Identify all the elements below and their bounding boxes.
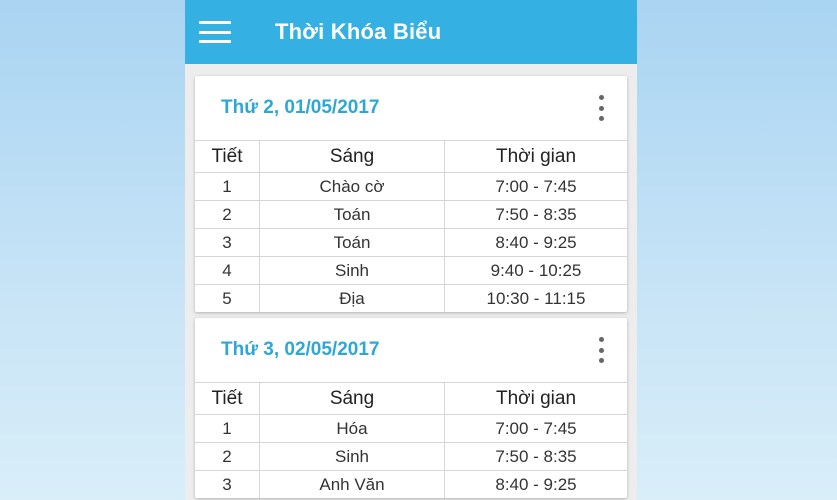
subject-cell: Toán (259, 200, 445, 229)
table-row: 2 Toán 7:50 - 8:35 (195, 200, 627, 229)
subject-cell: Anh Văn (259, 470, 445, 498)
period-cell: 5 (195, 284, 260, 312)
subject-cell: Hóa (259, 414, 445, 443)
day-card: Thứ 2, 01/05/2017 Tiết Sáng Thời gian 1 … (195, 76, 627, 312)
column-header-period: Tiết (195, 382, 260, 415)
period-cell: 2 (195, 200, 260, 229)
card-header: Thứ 2, 01/05/2017 (195, 76, 627, 140)
period-cell: 1 (195, 172, 260, 201)
table-header-row: Tiết Sáng Thời gian (195, 140, 627, 173)
time-cell: 9:40 - 10:25 (444, 256, 627, 285)
time-cell: 7:00 - 7:45 (444, 414, 627, 443)
app-bar: Thời Khóa Biểu (185, 0, 637, 64)
time-cell: 7:00 - 7:45 (444, 172, 627, 201)
table-row: 1 Hóa 7:00 - 7:45 (195, 414, 627, 443)
table-header-row: Tiết Sáng Thời gian (195, 382, 627, 415)
table-row: 1 Chào cờ 7:00 - 7:45 (195, 172, 627, 201)
period-cell: 4 (195, 256, 260, 285)
more-options-icon[interactable] (591, 95, 611, 121)
day-card: Thứ 3, 02/05/2017 Tiết Sáng Thời gian 1 … (195, 318, 627, 498)
subject-cell: Địa (259, 284, 445, 312)
app-title: Thời Khóa Biểu (275, 19, 442, 44)
column-header-time: Thời gian (444, 140, 627, 173)
day-title: Thứ 3, 02/05/2017 (221, 339, 380, 360)
schedule-table: Tiết Sáng Thời gian 1 Chào cờ 7:00 - 7:4… (195, 140, 627, 312)
table-row: 3 Anh Văn 8:40 - 9:25 (195, 470, 627, 498)
more-options-icon[interactable] (591, 337, 611, 363)
table-row: 4 Sinh 9:40 - 10:25 (195, 256, 627, 285)
period-cell: 1 (195, 414, 260, 443)
column-header-morning: Sáng (259, 382, 445, 415)
subject-cell: Toán (259, 228, 445, 257)
time-cell: 7:50 - 8:35 (444, 200, 627, 229)
card-header: Thứ 3, 02/05/2017 (195, 318, 627, 382)
time-cell: 8:40 - 9:25 (444, 470, 627, 498)
schedule-table: Tiết Sáng Thời gian 1 Hóa 7:00 - 7:45 2 … (195, 382, 627, 498)
subject-cell: Chào cờ (259, 172, 445, 201)
time-cell: 8:40 - 9:25 (444, 228, 627, 257)
column-header-time: Thời gian (444, 382, 627, 415)
column-header-morning: Sáng (259, 140, 445, 173)
day-title: Thứ 2, 01/05/2017 (221, 97, 380, 118)
table-row: 2 Sinh 7:50 - 8:35 (195, 442, 627, 471)
table-row: 3 Toán 8:40 - 9:25 (195, 228, 627, 257)
app-screen: Thời Khóa Biểu Thứ 2, 01/05/2017 Tiết Sá… (185, 0, 637, 500)
time-cell: 10:30 - 11:15 (444, 284, 627, 312)
time-cell: 7:50 - 8:35 (444, 442, 627, 471)
period-cell: 2 (195, 442, 260, 471)
period-cell: 3 (195, 470, 260, 498)
subject-cell: Sinh (259, 256, 445, 285)
period-cell: 3 (195, 228, 260, 257)
subject-cell: Sinh (259, 442, 445, 471)
column-header-period: Tiết (195, 140, 260, 173)
table-row: 5 Địa 10:30 - 11:15 (195, 284, 627, 312)
hamburger-menu-icon[interactable] (199, 21, 231, 43)
